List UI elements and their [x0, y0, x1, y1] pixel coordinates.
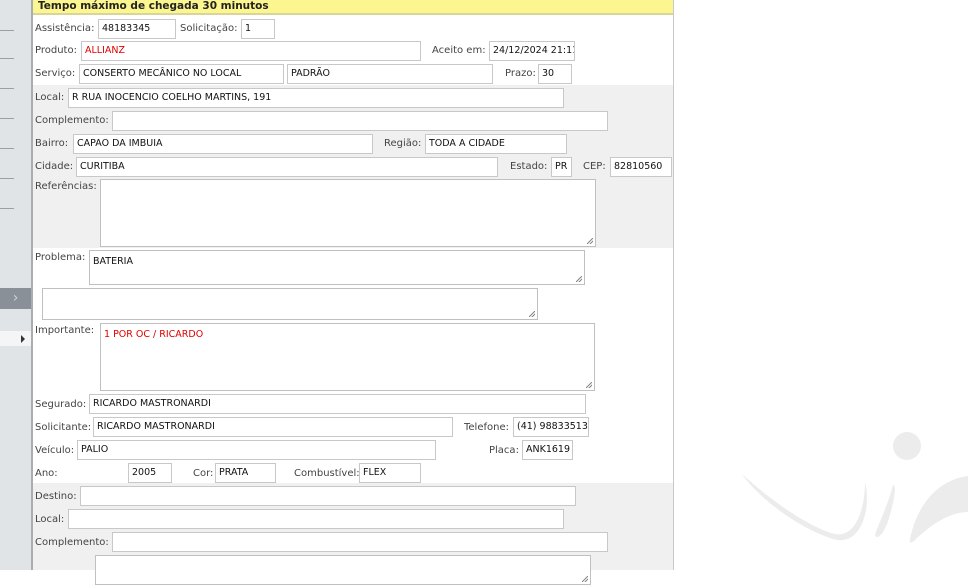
- estado-field[interactable]: PR: [551, 157, 572, 177]
- cidade-field[interactable]: CURITIBA: [76, 157, 498, 177]
- sidebar: ›: [0, 0, 33, 570]
- combustivel-label: Combustível:: [294, 468, 360, 479]
- produto-field[interactable]: ALLIANZ: [81, 41, 421, 61]
- regiao-label: Região:: [384, 138, 422, 149]
- problema-extra-textarea[interactable]: [42, 288, 538, 320]
- regiao-field[interactable]: TODA A CIDADE: [425, 134, 567, 154]
- solicitacao-label: Solicitação:: [180, 23, 238, 34]
- estado-label: Estado:: [510, 161, 548, 172]
- veiculo-field[interactable]: PALIO: [77, 440, 436, 460]
- ano-field[interactable]: 2005: [128, 463, 172, 483]
- destino-obs-textarea[interactable]: [95, 555, 591, 585]
- cep-field[interactable]: 82810560: [610, 157, 672, 177]
- complemento-label: Complemento:: [35, 115, 109, 126]
- sidebar-divider: [0, 118, 14, 119]
- prazo-label: Prazo:: [505, 68, 536, 79]
- destino-complemento-label: Complemento:: [35, 537, 109, 548]
- sidebar-divider: [0, 148, 14, 149]
- solicitante-label: Solicitante:: [35, 422, 92, 433]
- solicitante-field[interactable]: RICARDO MASTRONARDI: [93, 417, 453, 437]
- triangle-right-icon[interactable]: [21, 335, 25, 343]
- cidade-label: Cidade:: [35, 161, 74, 172]
- importante-textarea[interactable]: 1 POR OC / RICARDO: [100, 323, 595, 391]
- destino-field[interactable]: [80, 486, 576, 506]
- servico-tipo-field[interactable]: PADRÃO: [287, 64, 493, 84]
- placa-label: Placa:: [489, 445, 519, 456]
- assistencia-label: Assistência:: [35, 23, 95, 34]
- problema-label: Problema:: [35, 252, 86, 263]
- telefone-label: Telefone:: [464, 422, 509, 433]
- placa-field[interactable]: ANK1619: [522, 440, 573, 460]
- brand-logo-watermark: [742, 432, 968, 543]
- veiculo-label: Veículo:: [35, 445, 75, 456]
- prazo-field[interactable]: 30: [538, 64, 572, 84]
- problema-textarea[interactable]: BATERIA: [89, 250, 585, 285]
- page-title: Tempo máximo de chegada 30 minutos: [33, 0, 673, 15]
- aceito-em-field[interactable]: 24/12/2024 21:11: [489, 41, 575, 61]
- aceito-em-label: Aceito em:: [432, 45, 486, 56]
- bairro-field[interactable]: CAPAO DA IMBUIA: [73, 134, 373, 154]
- destino-local-label: Local:: [35, 514, 65, 525]
- combustivel-field[interactable]: FLEX: [359, 463, 421, 483]
- sidebar-divider: [0, 30, 14, 31]
- sidebar-divider: [0, 178, 14, 179]
- destino-complemento-field[interactable]: [112, 532, 608, 552]
- cor-field[interactable]: PRATA: [215, 463, 276, 483]
- assistencia-field[interactable]: 48183345: [98, 19, 176, 39]
- chevron-right-icon: ›: [12, 290, 19, 306]
- ano-label: Ano:: [35, 468, 58, 479]
- sidebar-divider: [0, 208, 14, 209]
- cep-label: CEP:: [583, 161, 606, 172]
- destino-label: Destino:: [35, 491, 77, 502]
- segurado-label: Segurado:: [35, 399, 87, 410]
- servico-label: Serviço:: [35, 68, 76, 79]
- sidebar-selected-row[interactable]: [0, 331, 31, 346]
- sidebar-divider: [0, 58, 14, 59]
- solicitacao-field[interactable]: 1: [241, 19, 275, 39]
- segurado-field[interactable]: RICARDO MASTRONARDI: [89, 394, 586, 414]
- destino-local-field[interactable]: [68, 509, 564, 529]
- servico-field[interactable]: CONSERTO MECÂNICO NO LOCAL: [79, 64, 284, 84]
- complemento-field[interactable]: [112, 111, 608, 131]
- produto-label: Produto:: [35, 45, 77, 56]
- referencias-textarea[interactable]: [100, 179, 596, 247]
- sidebar-divider: [0, 88, 14, 89]
- bairro-label: Bairro:: [35, 138, 69, 149]
- local-label: Local:: [35, 92, 65, 103]
- local-field[interactable]: R RUA INOCENCIO COELHO MARTINS, 191: [68, 88, 564, 108]
- cor-label: Cor:: [193, 468, 214, 479]
- sidebar-expand-button[interactable]: ›: [0, 288, 31, 309]
- referencias-label: Referências:: [35, 181, 97, 192]
- telefone-field[interactable]: (41) 988335138: [513, 417, 589, 437]
- importante-label: Importante:: [35, 325, 95, 336]
